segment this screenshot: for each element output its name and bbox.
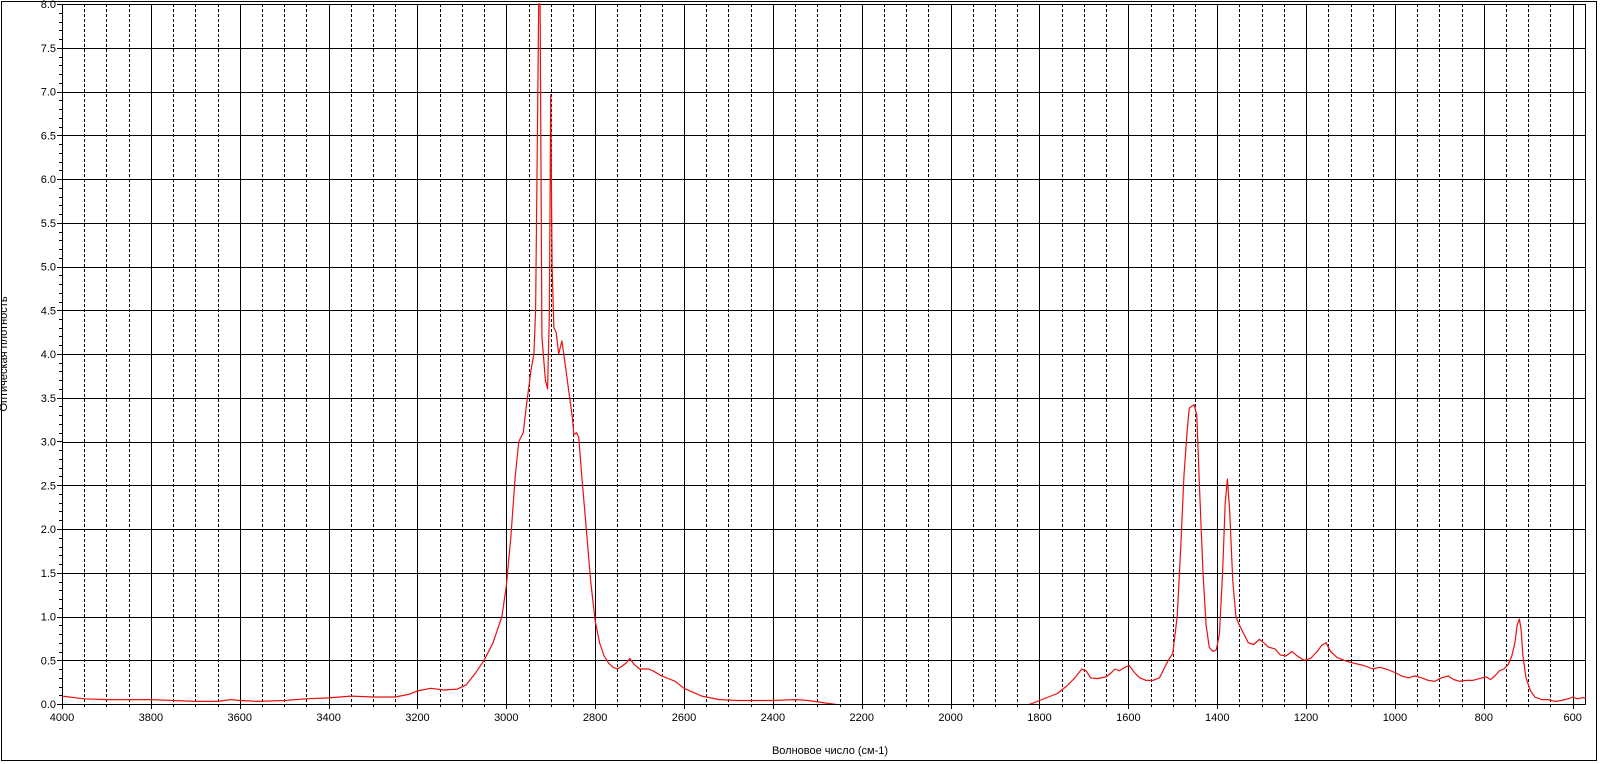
y-tick-label: 5.5 (41, 218, 56, 230)
x-tick-label: 3200 (405, 712, 429, 724)
y-tick-label: 2.0 (41, 524, 56, 536)
y-tick-label: 1.5 (41, 568, 56, 580)
x-tick-label: 2600 (672, 712, 696, 724)
y-tick-label: 1.0 (41, 612, 56, 624)
x-tick-label: 1800 (1027, 712, 1051, 724)
y-tick-label: 6.0 (41, 174, 56, 186)
x-tick-label: 3800 (139, 712, 163, 724)
x-tick-label: 800 (1475, 712, 1493, 724)
x-tick-label: 1600 (1116, 712, 1140, 724)
ir-spectrum-chart: 0.0 0.5 1.0 1.5 2.0 2.5 3.0 3.5 4.0 4.5 5.0 5.5 6.0 6… (41, 0, 1586, 724)
x-axis-label-container: Волновое число (см-1) (0, 745, 1600, 757)
y-tick-label: 7.0 (41, 87, 56, 99)
x-tick-label: 2400 (761, 712, 785, 724)
x-tick-label: 1200 (1294, 712, 1318, 724)
x-tick-label: 3000 (494, 712, 518, 724)
y-tick-label: 8.0 (41, 0, 56, 11)
x-tick-label: 4000 (50, 712, 74, 724)
x-tick-label: 3400 (316, 712, 340, 724)
y-tick-label: 7.5 (41, 43, 56, 55)
x-axis-label: Волновое число (см-1) (771, 745, 889, 757)
x-tick-label: 1400 (1205, 712, 1229, 724)
x-tick-label: 1000 (1383, 712, 1407, 724)
x-tick-label: 2200 (850, 712, 874, 724)
x-tick-label: 600 (1563, 712, 1581, 724)
y-axis-label: Оптическая плотность (0, 296, 10, 412)
y-tick-label: 4.5 (41, 305, 56, 317)
y-tick-label: 0.5 (41, 655, 56, 667)
y-tick-label: 5.0 (41, 262, 56, 274)
y-tick-label: 2.5 (41, 480, 56, 492)
x-tick-label: 2000 (938, 712, 962, 724)
y-tick-label: 3.5 (41, 393, 56, 405)
y-tick-label: 0.0 (41, 699, 56, 711)
spectrum-line (62, 3, 1586, 704)
x-tick-label: 3600 (227, 712, 251, 724)
x-tick-label: 2800 (583, 712, 607, 724)
y-tick-label: 4.0 (41, 349, 56, 361)
y-tick-label: 3.0 (41, 437, 56, 449)
y-tick-label: 6.5 (41, 130, 56, 142)
